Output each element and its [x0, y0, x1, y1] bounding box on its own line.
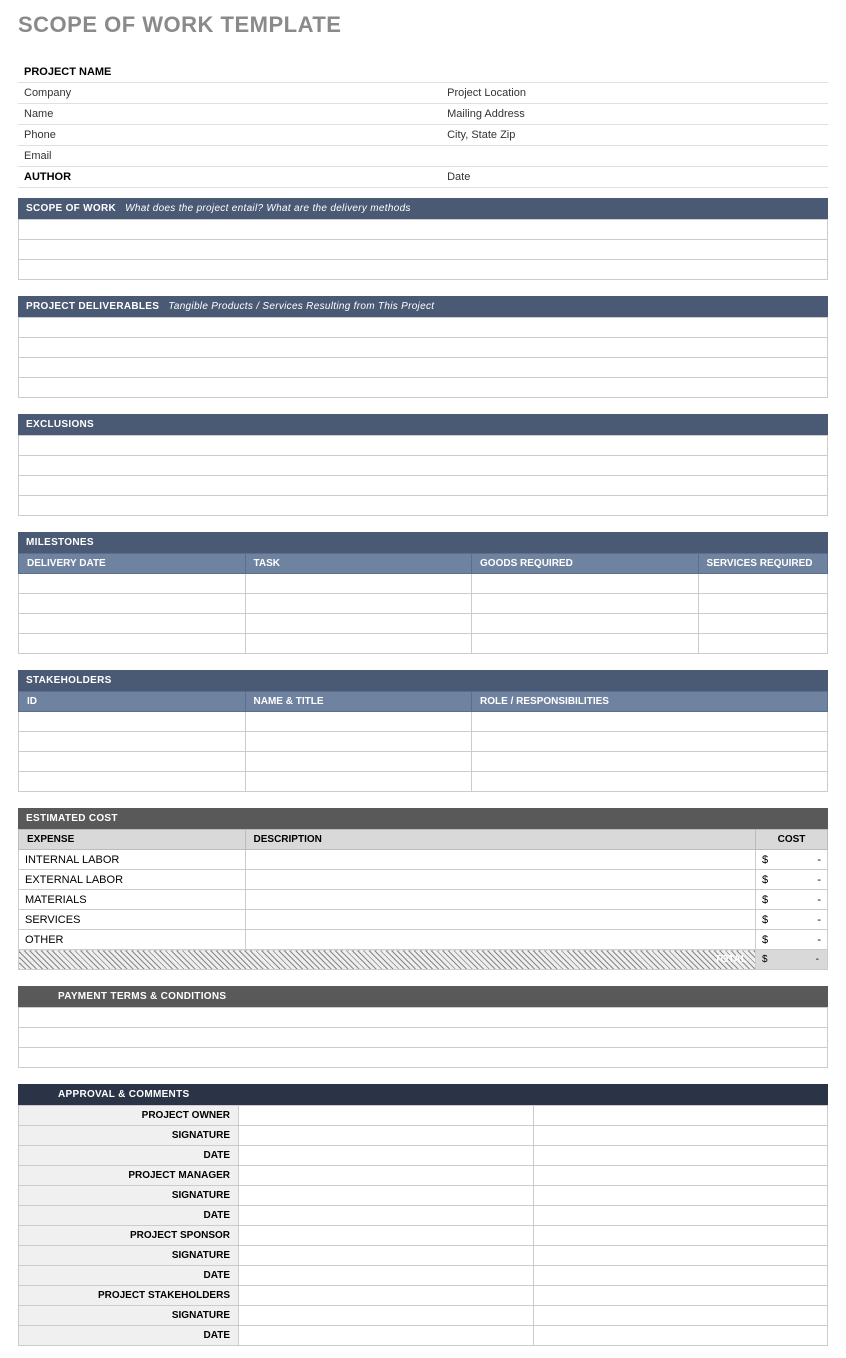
label-date: Date	[441, 167, 828, 188]
label-city-state-zip: City, State Zip	[441, 125, 828, 146]
scope-of-work-rows	[18, 219, 828, 280]
approval-role: DATE	[19, 1326, 239, 1346]
blank-cell[interactable]	[19, 436, 828, 456]
section-milestones: MILESTONES	[18, 532, 828, 553]
label-name: Name	[18, 104, 441, 125]
blank-cell[interactable]	[19, 496, 828, 516]
estimated-cost-table: EXPENSE DESCRIPTION COST INTERNAL LABOR $…	[18, 829, 828, 970]
col-id: ID	[19, 692, 246, 712]
stakeholders-table: ID NAME & TITLE ROLE / RESPONSIBILITIES	[18, 691, 828, 792]
approval-role: PROJECT OWNER	[19, 1106, 239, 1126]
approval-role: SIGNATURE	[19, 1126, 239, 1146]
deliverables-rows	[18, 317, 828, 398]
blank-cell[interactable]	[19, 240, 828, 260]
approval-role: SIGNATURE	[19, 1306, 239, 1326]
col-description: DESCRIPTION	[245, 830, 755, 850]
section-payment-terms: PAYMENT TERMS & CONDITIONS	[18, 986, 828, 1007]
section-deliverables: PROJECT DELIVERABLES Tangible Products /…	[18, 296, 828, 317]
blank-cell[interactable]	[19, 1008, 828, 1028]
col-name-title: NAME & TITLE	[245, 692, 472, 712]
expense-label: EXTERNAL LABOR	[19, 870, 246, 890]
total-amount: $-	[756, 950, 828, 970]
blank-cell[interactable]	[19, 260, 828, 280]
section-stakeholders: STAKEHOLDERS	[18, 670, 828, 691]
section-estimated-cost: ESTIMATED COST	[18, 808, 828, 829]
approval-role: SIGNATURE	[19, 1186, 239, 1206]
section-exclusions: EXCLUSIONS	[18, 414, 828, 435]
label-project-name: PROJECT NAME	[18, 62, 441, 83]
col-task: TASK	[245, 554, 472, 574]
section-exclusions-label: EXCLUSIONS	[26, 419, 94, 430]
section-milestones-label: MILESTONES	[26, 537, 94, 548]
approval-role: PROJECT MANAGER	[19, 1166, 239, 1186]
approval-role: DATE	[19, 1206, 239, 1226]
col-role: ROLE / RESPONSIBILITIES	[472, 692, 828, 712]
blank-cell[interactable]	[19, 338, 828, 358]
exclusions-rows	[18, 435, 828, 516]
expense-label: INTERNAL LABOR	[19, 850, 246, 870]
project-header-table: PROJECT NAME CompanyProject Location Nam…	[18, 62, 828, 188]
page-title: SCOPE OF WORK TEMPLATE	[18, 12, 828, 38]
expense-label: SERVICES	[19, 910, 246, 930]
approval-role: DATE	[19, 1266, 239, 1286]
label-author: AUTHOR	[18, 167, 441, 188]
section-estimated-cost-label: ESTIMATED COST	[26, 813, 118, 824]
label-phone: Phone	[18, 125, 441, 146]
blank-cell[interactable]	[19, 1048, 828, 1068]
label-mailing-address: Mailing Address	[441, 104, 828, 125]
approval-table: PROJECT OWNER SIGNATURE DATE PROJECT MAN…	[18, 1105, 828, 1346]
col-cost: COST	[756, 830, 828, 850]
blank-cell[interactable]	[19, 476, 828, 496]
blank-cell[interactable]	[19, 456, 828, 476]
section-scope-of-work-hint: What does the project entail? What are t…	[125, 203, 411, 214]
col-expense: EXPENSE	[19, 830, 246, 850]
section-scope-of-work: SCOPE OF WORK What does the project enta…	[18, 198, 828, 219]
approval-role: DATE	[19, 1146, 239, 1166]
approval-role: PROJECT SPONSOR	[19, 1226, 239, 1246]
section-deliverables-hint: Tangible Products / Services Resulting f…	[168, 301, 434, 312]
section-deliverables-label: PROJECT DELIVERABLES	[26, 301, 159, 312]
col-delivery-date: DELIVERY DATE	[19, 554, 246, 574]
section-scope-of-work-label: SCOPE OF WORK	[26, 203, 116, 214]
milestones-table: DELIVERY DATE TASK GOODS REQUIRED SERVIC…	[18, 553, 828, 654]
label-project-location: Project Location	[441, 83, 828, 104]
blank-cell[interactable]	[19, 220, 828, 240]
approval-role: SIGNATURE	[19, 1246, 239, 1266]
section-payment-terms-label: PAYMENT TERMS & CONDITIONS	[58, 991, 226, 1002]
payment-terms-rows	[18, 1007, 828, 1068]
col-goods: GOODS REQUIRED	[472, 554, 699, 574]
col-services: SERVICES REQUIRED	[698, 554, 827, 574]
blank-cell[interactable]	[19, 378, 828, 398]
blank-cell[interactable]	[19, 1028, 828, 1048]
blank-cell[interactable]	[19, 318, 828, 338]
total-label: TOTAL	[19, 950, 756, 970]
expense-label: OTHER	[19, 930, 246, 950]
blank-cell[interactable]	[19, 358, 828, 378]
label-company: Company	[18, 83, 441, 104]
label-email: Email	[18, 146, 441, 167]
section-approval: APPROVAL & COMMENTS	[18, 1084, 828, 1105]
section-approval-label: APPROVAL & COMMENTS	[58, 1089, 189, 1100]
expense-label: MATERIALS	[19, 890, 246, 910]
section-stakeholders-label: STAKEHOLDERS	[26, 675, 112, 686]
